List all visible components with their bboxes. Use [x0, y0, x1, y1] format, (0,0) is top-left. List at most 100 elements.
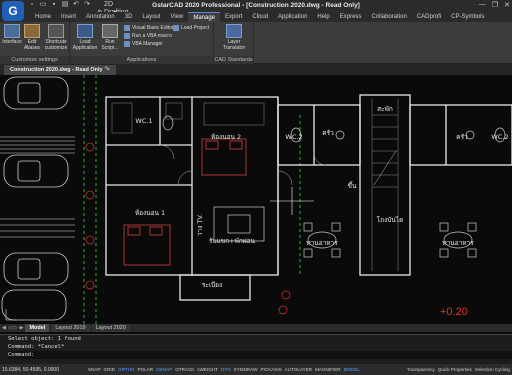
- status-toggle-snap[interactable]: SNAP: [88, 367, 101, 372]
- minimize-icon[interactable]: —: [479, 1, 486, 9]
- load-project-icon: [173, 24, 179, 31]
- tab-export[interactable]: Export: [220, 12, 247, 22]
- tab-collaboration[interactable]: Collaboration: [366, 12, 411, 22]
- status-toggle-lweight[interactable]: LWEIGHT: [197, 367, 218, 372]
- tab-express[interactable]: Express: [335, 12, 367, 22]
- document-tab-bar: Construction 2020.dwg - Read Only × +: [0, 64, 512, 75]
- tab-layout-2019[interactable]: Layout 2019: [51, 324, 90, 332]
- run-script-icon: [102, 24, 118, 38]
- panel-customize: Interface Edit Aliases Shortcuts customi…: [0, 22, 70, 64]
- status-toggle-model[interactable]: MODEL: [344, 367, 360, 372]
- status-toggle-pickaxis[interactable]: PICKAXIS: [260, 367, 281, 372]
- window-controls: — ❐ ✕: [479, 1, 510, 9]
- vba-editor-label: Visual Basic Editor: [132, 24, 174, 31]
- tab-cadprofi[interactable]: CADprofi: [412, 12, 446, 22]
- tab-application[interactable]: Application: [273, 12, 312, 22]
- label-wc2-b: WC.2: [491, 133, 508, 141]
- tab-layout-2020[interactable]: Layout 2020: [91, 324, 130, 332]
- edit-aliases-label: Edit Aliases: [23, 39, 41, 51]
- status-toggle-symdraw[interactable]: SYMDRAW: [234, 367, 258, 372]
- layer-translator-icon: [226, 24, 242, 38]
- app-logo-button[interactable]: G: [2, 1, 24, 21]
- layout-nav-prev-icon[interactable]: ◁: [8, 325, 12, 331]
- status-toggle-otrack[interactable]: OTRACK: [175, 367, 194, 372]
- drawing-canvas[interactable]: WC.1 ห้องนอน 2 WC.2 ครัว สะพัก ครัว WC.2…: [0, 75, 512, 324]
- label-stair-landing: สะพัก: [377, 105, 393, 113]
- label-bedroom-2: ห้องนอน 2: [211, 133, 241, 141]
- shortcuts-button[interactable]: Shortcuts customize: [42, 24, 70, 51]
- shortcuts-icon: [48, 24, 64, 38]
- run-vba-macro-button[interactable]: Run a VBA macro: [124, 32, 172, 39]
- label-living: รับแขก+พักผ่อน: [209, 237, 256, 245]
- layout-nav-first-icon[interactable]: ◀: [2, 325, 6, 331]
- command-prompt: Command:: [8, 352, 35, 358]
- tab-view[interactable]: View: [165, 12, 188, 22]
- status-toggle-quick-properties[interactable]: Quick Properties: [438, 367, 472, 372]
- layer-translator-button[interactable]: Layer Translator: [218, 24, 250, 51]
- tab-cp-symbols[interactable]: CP-Symbols: [446, 12, 489, 22]
- status-toggle-osnap[interactable]: OSNAP: [156, 367, 172, 372]
- run-vba-icon: [124, 32, 130, 39]
- load-application-icon: [77, 24, 93, 38]
- command-history-line-2: Command: *Cancel*: [8, 344, 65, 350]
- status-toggle-ortho[interactable]: ORTHO: [118, 367, 135, 372]
- maximize-icon[interactable]: ❐: [492, 1, 498, 9]
- label-up: ขึ้น: [348, 181, 357, 190]
- room-labels: WC.1 ห้องนอน 2 WC.2 ครัว สะพัก ครัว WC.2…: [135, 105, 509, 289]
- tab-manage[interactable]: Manage: [188, 12, 221, 22]
- edit-aliases-icon: [24, 24, 40, 38]
- dimension-label: +0.20: [440, 306, 468, 318]
- label-tv: วาง TV.: [196, 214, 204, 236]
- label-dining-b: ทานอาหาร: [442, 239, 474, 247]
- run-script-button[interactable]: Run Script...: [98, 24, 122, 51]
- shortcuts-label: Shortcuts customize: [44, 39, 68, 51]
- walls: [105, 94, 512, 301]
- document-tab-label: Construction 2020.dwg - Read Only: [10, 67, 103, 73]
- layout-nav-last-icon[interactable]: ▶: [20, 325, 24, 331]
- new-tab-icon[interactable]: +: [104, 65, 108, 72]
- label-wc2-a: WC.2: [285, 133, 302, 141]
- tab-help[interactable]: Help: [312, 12, 334, 22]
- label-kitchen-b: ครัว: [456, 133, 468, 141]
- load-project-button[interactable]: Load Project: [173, 24, 209, 31]
- status-right-group: Transparency Quick Properties Selection Cy…: [407, 367, 512, 372]
- command-input[interactable]: Command:: [8, 351, 512, 359]
- coordinates-readout: 15.6384, 50.4595, 0.0000: [2, 366, 59, 373]
- status-toggle-grid[interactable]: GRID: [104, 367, 115, 372]
- title-bar: G ▫ ▭ ▪ ▤ ↶ ↷ ⚙ 2D Drafting ▾ GstarCAD 2…: [0, 0, 512, 21]
- load-application-button[interactable]: Load Application: [72, 24, 98, 51]
- label-wc1: WC.1: [135, 117, 152, 125]
- document-tab[interactable]: Construction 2020.dwg - Read Only ×: [4, 65, 116, 75]
- panel-applications: Load Application Run Script... Visual Ba…: [70, 22, 214, 64]
- tab-3d[interactable]: 3D: [120, 12, 138, 22]
- status-toggle-autolayer[interactable]: AUTOLAYER: [285, 367, 312, 372]
- label-bedroom-1: ห้องนอน 1: [135, 209, 165, 217]
- command-history-line-1: Select object: 1 found: [8, 336, 81, 342]
- vba-manager-button[interactable]: VBA Manager: [124, 40, 163, 47]
- label-terrace: ระเบียง: [202, 281, 222, 289]
- status-toggle-polar[interactable]: POLAR: [138, 367, 154, 372]
- vba-manager-label: VBA Manager: [132, 40, 163, 47]
- layer-translator-label: Layer Translator: [222, 39, 246, 51]
- load-project-label: Load Project: [181, 24, 210, 31]
- edit-aliases-button[interactable]: Edit Aliases: [20, 24, 44, 51]
- label-kitchen-a: ครัว: [322, 129, 334, 137]
- layout-tab-bar: ◀ ◁ ▷ ▶ Model Layout 2019 Layout 2020: [0, 324, 512, 332]
- vba-editor-button[interactable]: Visual Basic Editor: [124, 24, 174, 31]
- tab-home[interactable]: Home: [30, 12, 56, 22]
- beds: [123, 138, 247, 266]
- status-toggle-dyn[interactable]: DYN: [221, 367, 231, 372]
- tab-cloud[interactable]: Cloud: [247, 12, 273, 22]
- status-toggle-selection-cycling[interactable]: Selection Cycling: [475, 367, 510, 372]
- status-toggle-magnifier[interactable]: MAGNIFIER: [315, 367, 341, 372]
- tab-model[interactable]: Model: [25, 324, 50, 332]
- window-title: GstarCAD 2020 Professional - [Constructi…: [152, 2, 360, 9]
- close-icon[interactable]: ✕: [504, 1, 510, 9]
- cursor-crosshair: [270, 187, 314, 215]
- tab-layout[interactable]: Layout: [137, 12, 165, 22]
- tab-annotation[interactable]: Annotation: [81, 12, 120, 22]
- status-toggle-transparency[interactable]: Transparency: [407, 367, 435, 372]
- layout-nav-next-icon[interactable]: ▷: [14, 325, 18, 331]
- tab-insert[interactable]: Insert: [56, 12, 81, 22]
- vba-editor-icon: [124, 24, 130, 31]
